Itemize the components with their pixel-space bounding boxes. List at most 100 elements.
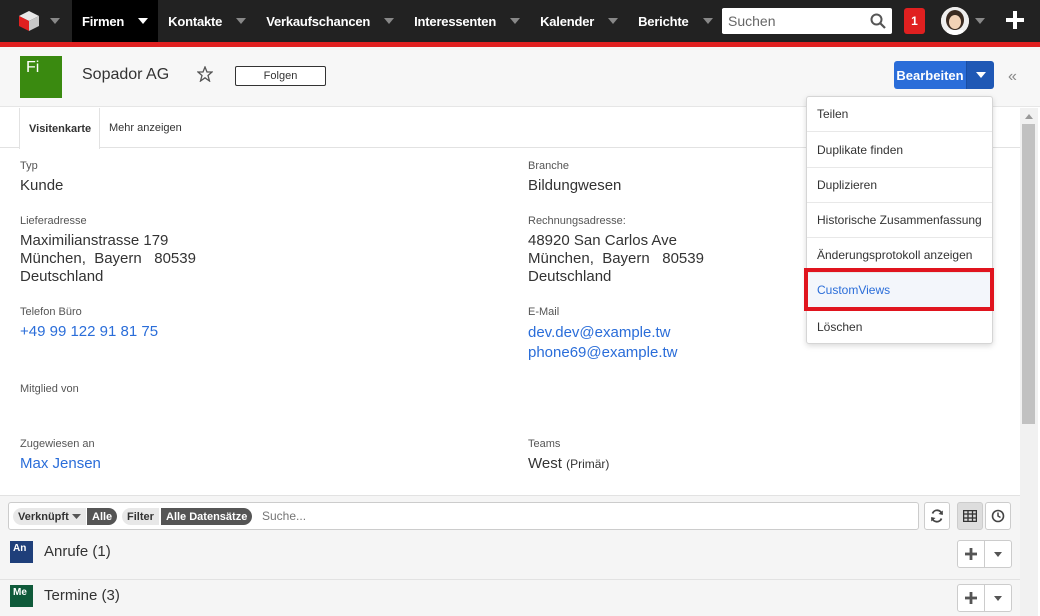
global-search-input[interactable]: [722, 9, 862, 33]
field-label-billing: Rechnungsadresse:: [528, 215, 626, 227]
star-icon[interactable]: [197, 66, 213, 82]
chevron-down-icon: [994, 595, 1002, 601]
app-logo[interactable]: [0, 0, 72, 42]
scrollbar-thumb[interactable]: [1022, 124, 1035, 424]
field-value-industry: Bildungwesen: [528, 177, 622, 194]
add-termin-button[interactable]: [958, 585, 985, 611]
assigned-user-link[interactable]: Max Jensen: [20, 455, 101, 473]
chevron-down-icon: [71, 513, 81, 519]
nav-item-interessenten[interactable]: Interessenten: [404, 0, 530, 42]
field-label-industry: Branche: [528, 160, 569, 172]
chevron-down-icon: [510, 18, 521, 24]
menu-item-historische-zusammenfassung[interactable]: Historische Zusammenfassung: [807, 203, 992, 238]
menu-item-duplizieren[interactable]: Duplizieren: [807, 168, 992, 203]
field-label-type: Typ: [20, 160, 38, 172]
related-panel: Verknüpft Alle Filter Alle Datensätze Su…: [0, 495, 1020, 616]
row-title-anrufe[interactable]: Anrufe (1): [44, 543, 111, 560]
email-link-1[interactable]: dev.dev@example.tw: [528, 324, 671, 342]
user-avatar[interactable]: [941, 7, 969, 35]
menu-item-duplikate-finden[interactable]: Duplikate finden: [807, 133, 992, 168]
page-scrollbar[interactable]: [1020, 108, 1038, 616]
row-actions-anrufe: [957, 540, 1012, 568]
add-anruf-button[interactable]: [958, 541, 985, 567]
highlight-annotation: [804, 268, 994, 311]
row-badge-anrufe: An: [10, 541, 33, 563]
termine-dropdown-toggle[interactable]: [985, 585, 1011, 611]
billing-city: München, Bayern 80539: [528, 250, 704, 267]
nav-item-label: Kalender: [540, 13, 595, 29]
row-badge-termine: Me: [10, 585, 33, 607]
billing-street: 48920 San Carlos Ave: [528, 232, 677, 249]
field-label-assigned: Zugewiesen an: [20, 438, 95, 450]
filter-value[interactable]: Alle Datensätze: [161, 508, 253, 525]
field-label-shipping: Lieferadresse: [20, 215, 87, 227]
plus-icon[interactable]: [1005, 10, 1025, 30]
shipping-country: Deutschland: [20, 268, 104, 285]
page-title: Sopador AG: [82, 66, 170, 83]
nav-item-kalender[interactable]: Kalender: [530, 0, 628, 42]
refresh-icon: [931, 509, 943, 523]
nav-item-verkaufschancen[interactable]: Verkaufschancen: [256, 0, 404, 42]
collapse-panel-icon[interactable]: «: [1008, 68, 1017, 86]
menu-item-loeschen[interactable]: Löschen: [807, 309, 992, 344]
linked-filter-button[interactable]: Verknüpft: [13, 508, 86, 525]
user-avatar-icon: [941, 7, 969, 35]
chevron-down-icon: [975, 72, 986, 78]
chevron-down-icon: [608, 18, 619, 24]
shipping-city: München, Bayern 80539: [20, 250, 196, 267]
table-icon: [963, 510, 977, 522]
nav-item-label: Kontakte: [168, 13, 223, 29]
edit-button[interactable]: Bearbeiten: [894, 61, 966, 89]
follow-button[interactable]: Folgen: [235, 66, 326, 86]
chevron-down-icon: [702, 18, 713, 24]
tab-mehr-anzeigen[interactable]: Mehr anzeigen: [100, 108, 191, 148]
linked-filter-label: Verknüpft: [18, 510, 69, 523]
plus-icon: [965, 548, 977, 560]
chevron-down-icon: [138, 18, 149, 24]
field-value-teams: West (Primär): [528, 455, 609, 473]
edit-dropdown-toggle[interactable]: [966, 61, 994, 89]
notification-badge[interactable]: 1: [904, 8, 925, 34]
anrufe-dropdown-toggle[interactable]: [985, 541, 1011, 567]
nav-item-firmen[interactable]: Firmen: [72, 0, 159, 42]
clock-icon: [991, 509, 1005, 523]
billing-country: Deutschland: [528, 268, 612, 285]
shipping-street: Maximilianstrasse 179: [20, 232, 169, 249]
search-icon[interactable]: [870, 13, 886, 29]
team-primary-label: (Primär): [566, 457, 610, 471]
nav-item-berichte[interactable]: Berichte: [628, 0, 722, 42]
filter-label[interactable]: Filter: [122, 508, 159, 525]
team-name: West: [528, 455, 562, 472]
linked-filter-value[interactable]: Alle: [87, 508, 118, 525]
nav-item-kontakte[interactable]: Kontakte: [158, 0, 256, 42]
menu-item-teilen[interactable]: Teilen: [807, 97, 992, 132]
field-value-type: Kunde: [20, 177, 64, 194]
scroll-up-icon[interactable]: [1025, 114, 1033, 119]
related-row-anrufe: An Anrufe (1): [0, 536, 1020, 580]
related-row-termine: Me Termine (3): [0, 580, 1020, 616]
row-title-termine[interactable]: Termine (3): [44, 587, 120, 604]
chevron-down-icon: [236, 18, 247, 24]
tab-visitenkarte[interactable]: Visitenkarte: [19, 108, 100, 149]
history-view-button[interactable]: [985, 502, 1011, 530]
chevron-down-icon: [384, 18, 395, 24]
chevron-down-icon[interactable]: [975, 18, 985, 24]
table-view-button[interactable]: [957, 502, 983, 530]
chevron-down-icon: [994, 551, 1002, 557]
nav-item-label: Interessenten: [414, 13, 497, 29]
field-label-email: E-Mail: [528, 306, 560, 318]
field-label-phone: Telefon Büro: [20, 306, 82, 318]
related-search-input[interactable]: [262, 509, 562, 523]
chevron-down-icon: [50, 18, 60, 24]
nav-item-label: Firmen: [82, 13, 125, 29]
plus-icon: [965, 592, 977, 604]
related-filter-bar: Verknüpft Alle Filter Alle Datensätze: [8, 502, 919, 530]
field-label-member-of: Mitglied von: [20, 383, 79, 395]
row-actions-termine: [957, 584, 1012, 612]
nav-item-label: Verkaufschancen: [266, 13, 371, 29]
phone-link[interactable]: +49 99 122 91 81 75: [20, 323, 158, 341]
refresh-button[interactable]: [924, 502, 950, 530]
email-link-2[interactable]: phone69@example.tw: [528, 344, 678, 362]
field-label-teams: Teams: [528, 438, 561, 450]
global-search[interactable]: [722, 8, 892, 34]
